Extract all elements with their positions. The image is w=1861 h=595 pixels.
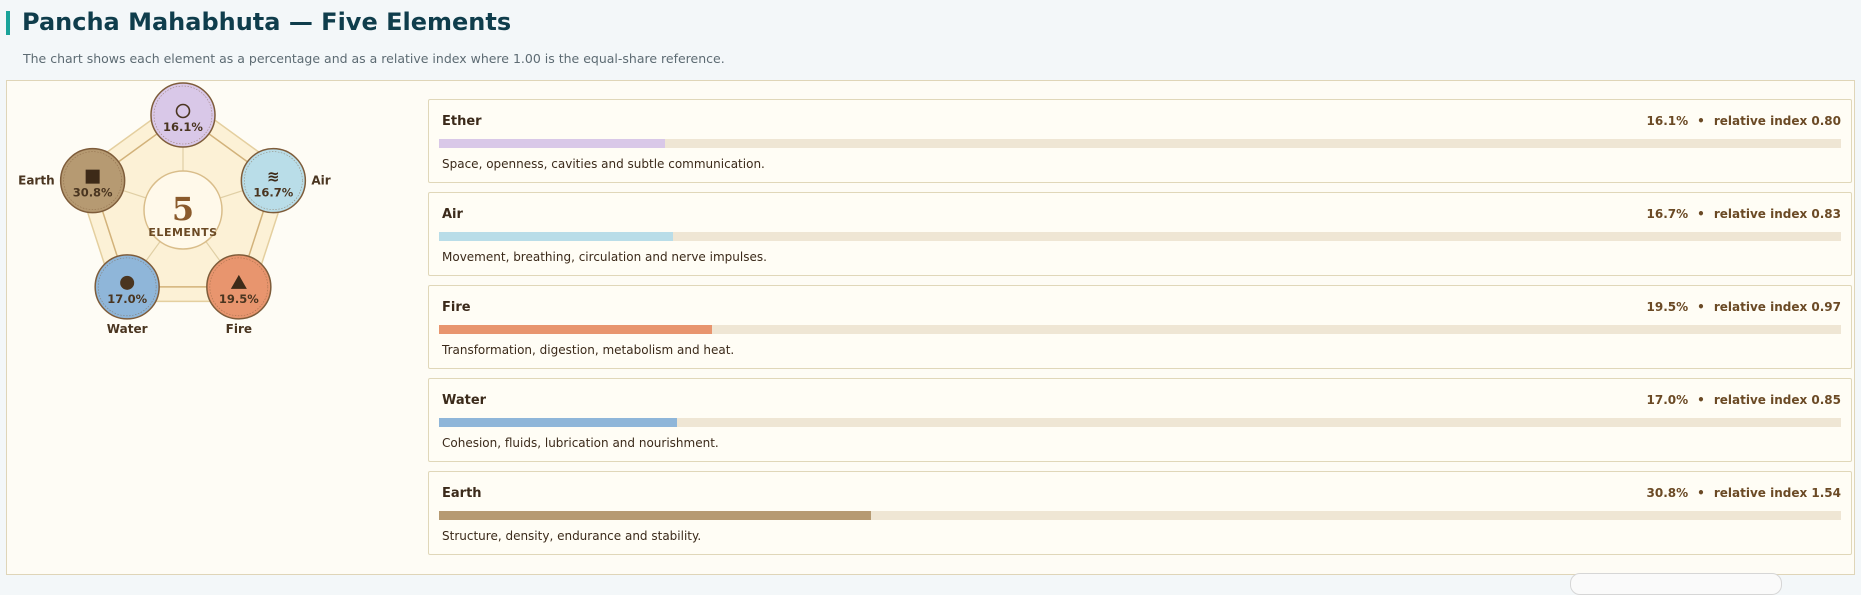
element-wheel-svg: 5ELEMENTS16.1%Ether≋16.7%Air19.5%Fire17.…	[18, 82, 331, 336]
stats-separator: •	[1697, 114, 1705, 128]
element-bar-earth	[439, 511, 871, 520]
element-percent-label: 17.0%	[1646, 393, 1689, 407]
wheel-node-label-fire: Fire	[226, 322, 252, 336]
page-subtitle: The chart shows each element as a percen…	[23, 51, 725, 66]
element-card-water: Water 17.0% • relative index 0.85 Cohesion, …	[428, 378, 1852, 462]
stats-separator: •	[1697, 300, 1705, 314]
element-card-fire: Fire 19.5% • relative index 0.97 Transformat…	[428, 285, 1852, 369]
wheel-node-percent-water: 17.0%	[107, 292, 147, 306]
element-relative-index-label: relative index 0.80	[1713, 114, 1841, 128]
element-bar-air	[439, 232, 674, 241]
stats-separator: •	[1697, 207, 1705, 221]
element-description: Cohesion, fluids, lubrication and nouris…	[442, 436, 719, 450]
element-card-list: Ether 16.1% • relative index 0.80 Space, ope…	[428, 99, 1852, 555]
element-card-earth: Earth 30.8% • relative index 1.54 Structure,…	[428, 471, 1852, 555]
page-header: Pancha Mahabhuta — Five Elements The cha…	[0, 0, 1861, 78]
element-wheel: 5ELEMENTS16.1%Ether≋16.7%Air19.5%Fire17.…	[7, 81, 427, 576]
wheel-node-percent-air: 16.7%	[253, 186, 293, 200]
element-percent-label: 30.8%	[1646, 486, 1689, 500]
element-bar-track	[439, 325, 1841, 334]
element-name: Water	[442, 393, 487, 408]
wheel-node-label-air: Air	[311, 174, 330, 188]
element-relative-index-label: relative index 0.97	[1713, 300, 1841, 314]
element-card-air: Air 16.7% • relative index 0.83 Movement, br…	[428, 192, 1852, 276]
element-bar-track	[439, 418, 1841, 427]
element-description: Space, openness, cavities and subtle com…	[442, 157, 765, 171]
page-title: Pancha Mahabhuta — Five Elements	[22, 8, 512, 36]
element-stats: 17.0% • relative index 0.85	[1647, 393, 1841, 407]
wheel-node-label-earth: Earth	[18, 174, 55, 188]
stats-separator: •	[1697, 486, 1705, 500]
element-description: Transformation, digestion, metabolism an…	[442, 343, 735, 357]
element-stats: 30.8% • relative index 1.54	[1647, 486, 1841, 500]
filled-circle-icon	[120, 275, 135, 290]
element-bar-water	[439, 418, 678, 427]
title-accent-bar	[6, 11, 10, 35]
wheel-center-count: 5	[172, 190, 194, 228]
wheel-node-percent-fire: 19.5%	[219, 292, 259, 306]
wheel-node-ether	[150, 82, 216, 148]
chart-panel: 5ELEMENTS16.1%Ether≋16.7%Air19.5%Fire17.…	[6, 80, 1855, 575]
element-bar-fire	[439, 325, 713, 334]
element-stats: 19.5% • relative index 0.97	[1647, 300, 1841, 314]
element-bar-ether	[439, 139, 665, 148]
element-stats: 16.7% • relative index 0.83	[1647, 207, 1841, 221]
element-bar-track	[439, 139, 1841, 148]
horizontal-scrollbar[interactable]	[1570, 573, 1782, 595]
element-bar-track	[439, 232, 1841, 241]
element-percent-label: 19.5%	[1646, 300, 1689, 314]
element-percent-label: 16.1%	[1646, 114, 1689, 128]
element-description: Movement, breathing, circulation and ner…	[442, 250, 767, 264]
element-percent-label: 16.7%	[1646, 207, 1689, 221]
element-name: Ether	[442, 114, 482, 129]
element-relative-index-label: relative index 0.83	[1713, 207, 1841, 221]
element-name: Air	[442, 207, 463, 222]
element-card-ether: Ether 16.1% • relative index 0.80 Space, ope…	[428, 99, 1852, 183]
element-name: Earth	[442, 486, 482, 501]
wheel-node-percent-earth: 30.8%	[73, 186, 113, 200]
element-description: Structure, density, endurance and stabil…	[442, 529, 702, 543]
wheel-node-label-water: Water	[107, 322, 148, 336]
wheel-node-percent-ether: 16.1%	[163, 120, 203, 134]
element-name: Fire	[442, 300, 471, 315]
element-bar-track	[439, 511, 1841, 520]
square-icon	[85, 169, 100, 184]
element-relative-index-label: relative index 1.54	[1713, 486, 1841, 500]
element-relative-index-label: relative index 0.85	[1713, 393, 1841, 407]
stats-separator: •	[1697, 393, 1705, 407]
element-stats: 16.1% • relative index 0.80	[1647, 114, 1841, 128]
wind-waves-icon: ≋	[267, 168, 280, 186]
wheel-center-label: ELEMENTS	[148, 226, 217, 239]
